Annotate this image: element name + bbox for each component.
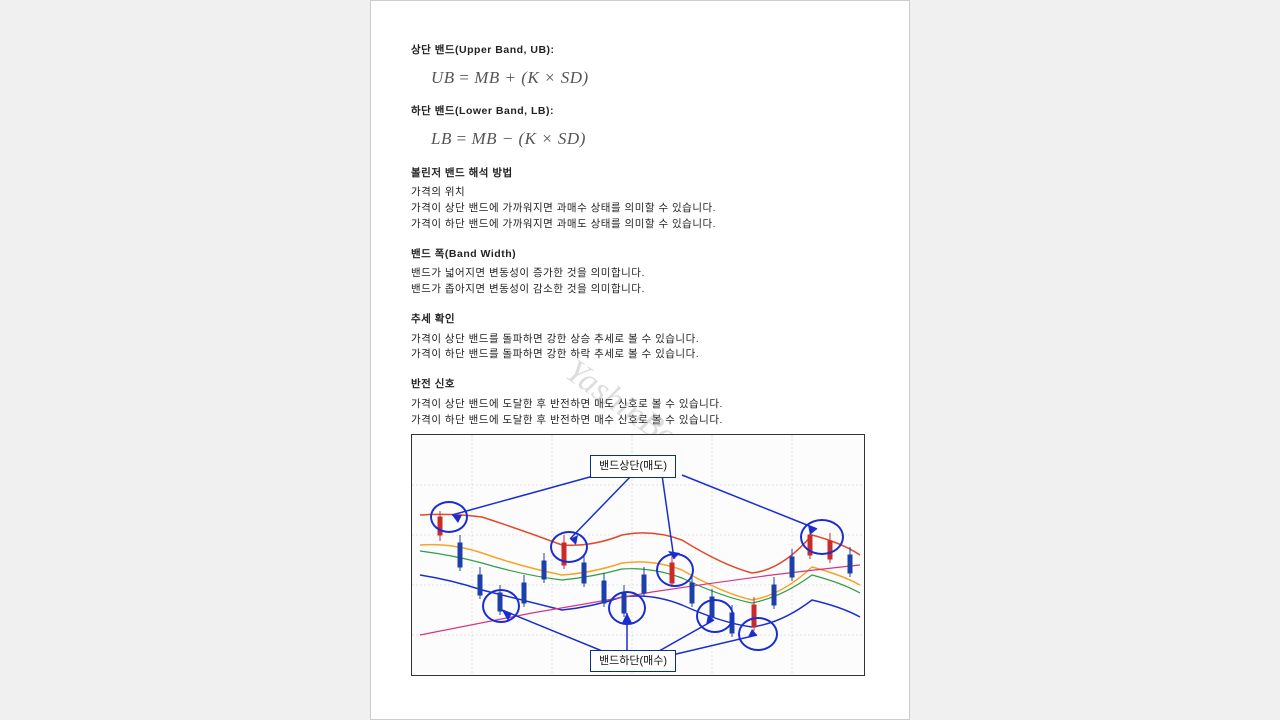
formula-eq: =: [457, 129, 467, 148]
sub2-line2: 밴드가 좁아지면 변동성이 감소한 것을 의미합니다.: [411, 282, 869, 298]
signal-circle: [800, 519, 844, 555]
chart-bottom-label: 밴드하단(매수): [590, 650, 676, 673]
sub1-title: 가격의 위치: [411, 185, 869, 201]
formula-rhs: MB − (K × SD): [471, 129, 585, 148]
formula-lhs: UB: [431, 68, 455, 87]
sub2-line1: 밴드가 넓어지면 변동성이 증가한 것을 의미합니다.: [411, 266, 869, 282]
formula-eq: =: [459, 68, 469, 87]
sub3-title: 추세 확인: [411, 312, 869, 328]
chart-top-label: 밴드상단(매도): [590, 455, 676, 478]
interp-heading: 볼린저 밴드 해석 방법: [411, 166, 869, 182]
signal-circle: [656, 553, 694, 587]
document-page: YashinBooks 상단 밴드(Upper Band, UB): UB = …: [370, 0, 910, 720]
formula-lhs: LB: [431, 129, 452, 148]
upper-band-formula: UB = MB + (K × SD): [431, 65, 869, 91]
sub1-line1: 가격이 상단 밴드에 가까워지면 과매수 상태를 의미할 수 있습니다.: [411, 201, 869, 217]
bollinger-chart: 밴드상단(매도) 밴드하단(매수): [411, 434, 865, 676]
sub2-title: 밴드 폭(Band Width): [411, 247, 869, 263]
lower-band-heading: 하단 밴드(Lower Band, LB):: [411, 104, 869, 120]
sub4-title: 반전 신호: [411, 377, 869, 393]
sub4-line1: 가격이 상단 밴드에 도달한 후 반전하면 매도 신호로 볼 수 있습니다.: [411, 397, 869, 413]
signal-circle: [608, 591, 646, 625]
sub1-line2: 가격이 하단 밴드에 가까워지면 과매도 상태를 의미할 수 있습니다.: [411, 217, 869, 233]
sub3-line2: 가격이 하단 밴드를 돌파하면 강한 하락 추세로 볼 수 있습니다.: [411, 347, 869, 363]
signal-circle: [696, 599, 734, 633]
upper-band-heading: 상단 밴드(Upper Band, UB):: [411, 43, 869, 59]
lower-band-formula: LB = MB − (K × SD): [431, 126, 869, 152]
sub3-line1: 가격이 상단 밴드를 돌파하면 강한 상승 추세로 볼 수 있습니다.: [411, 332, 869, 348]
sub4-line2: 가격이 하단 밴드에 도달한 후 반전하면 매수 신호로 볼 수 있습니다.: [411, 413, 869, 429]
signal-circle: [482, 589, 520, 623]
formula-rhs: MB + (K × SD): [474, 68, 588, 87]
